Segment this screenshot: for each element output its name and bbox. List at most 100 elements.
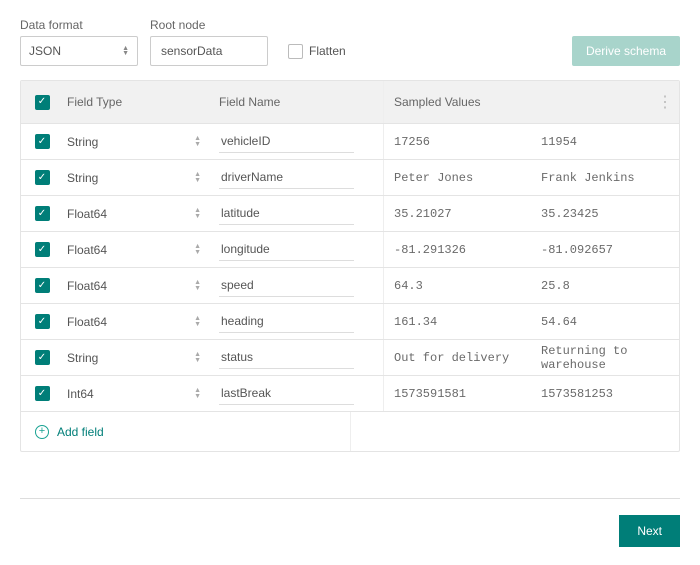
field-name-input[interactable]: latitude — [219, 202, 354, 225]
row-checkbox[interactable]: ✓ — [35, 350, 50, 365]
field-name-input[interactable]: vehicleID — [219, 130, 354, 153]
field-name-cell: longitude — [215, 238, 383, 261]
field-name-cell: status — [215, 346, 383, 369]
row-checkbox[interactable]: ✓ — [35, 170, 50, 185]
sample-value-2: 1573581253 — [531, 387, 651, 401]
field-type-value: Float64 — [67, 243, 107, 257]
schema-table: ✓ Field Type Field Name Sampled Values ⋮… — [20, 80, 680, 452]
row-checkbox[interactable]: ✓ — [35, 278, 50, 293]
field-type-select[interactable]: String — [63, 135, 215, 149]
field-type-value: String — [67, 351, 98, 365]
field-type-select[interactable]: Float64 — [63, 243, 215, 257]
root-node-group: Root node — [150, 18, 268, 66]
field-name-input[interactable]: speed — [219, 274, 354, 297]
table-row: ✓ Float64 heading 161.3454.64 — [21, 303, 679, 339]
select-all-checkbox[interactable]: ✓ — [35, 95, 50, 110]
updown-caret-icon — [194, 207, 201, 220]
add-field-right-empty — [350, 412, 679, 451]
updown-caret-icon — [194, 351, 201, 364]
field-type-select[interactable]: Float64 — [63, 207, 215, 221]
table-row: ✓ String vehicleID 1725611954 — [21, 123, 679, 159]
sample-value-1: 17256 — [383, 124, 531, 159]
field-type-select[interactable]: Float64 — [63, 279, 215, 293]
header-checkbox-cell: ✓ — [21, 95, 63, 110]
field-name-cell: lastBreak — [215, 382, 383, 405]
field-name-input[interactable]: lastBreak — [219, 382, 354, 405]
sample-value-2: Returning to warehouse — [531, 344, 651, 372]
data-format-group: Data format JSON — [20, 18, 138, 66]
derive-schema-button[interactable]: Derive schema — [572, 36, 680, 66]
field-type-select[interactable]: Int64 — [63, 387, 215, 401]
row-checkbox-cell: ✓ — [21, 386, 63, 401]
row-checkbox-cell: ✓ — [21, 350, 63, 365]
row-checkbox[interactable]: ✓ — [35, 206, 50, 221]
root-node-label: Root node — [150, 18, 268, 32]
sample-value-2: 11954 — [531, 135, 651, 149]
field-name-cell: heading — [215, 310, 383, 333]
updown-caret-icon — [194, 243, 201, 256]
row-checkbox[interactable]: ✓ — [35, 386, 50, 401]
flatten-group: Flatten — [288, 36, 346, 66]
updown-caret-icon — [194, 135, 201, 148]
row-checkbox-cell: ✓ — [21, 278, 63, 293]
row-checkbox[interactable]: ✓ — [35, 242, 50, 257]
sample-value-2: Frank Jenkins — [531, 171, 651, 185]
updown-caret-icon — [194, 315, 201, 328]
field-type-value: Float64 — [67, 315, 107, 329]
row-checkbox[interactable]: ✓ — [35, 314, 50, 329]
updown-caret-icon — [194, 171, 201, 184]
add-field-button[interactable]: + Add field — [21, 412, 350, 451]
field-type-value: Float64 — [67, 279, 107, 293]
table-header: ✓ Field Type Field Name Sampled Values ⋮ — [21, 81, 679, 123]
row-checkbox[interactable]: ✓ — [35, 134, 50, 149]
header-field-name: Field Name — [215, 95, 383, 109]
table-row: ✓ String driverName Peter JonesFrank Jenkin… — [21, 159, 679, 195]
data-format-select[interactable]: JSON — [20, 36, 138, 66]
row-checkbox-cell: ✓ — [21, 170, 63, 185]
field-type-select[interactable]: String — [63, 351, 215, 365]
footer: Next — [20, 498, 680, 547]
flatten-checkbox[interactable] — [288, 44, 303, 59]
sample-value-2: 54.64 — [531, 315, 651, 329]
sample-value-2: 25.8 — [531, 279, 651, 293]
sample-value-1: 64.3 — [383, 268, 531, 303]
field-name-input[interactable]: status — [219, 346, 354, 369]
field-type-value: String — [67, 135, 98, 149]
field-name-input[interactable]: longitude — [219, 238, 354, 261]
select-caret-icon — [122, 45, 129, 57]
add-field-label: Add field — [57, 425, 104, 439]
add-field-row: + Add field — [21, 411, 679, 451]
field-type-select[interactable]: String — [63, 171, 215, 185]
header-sampled-values: Sampled Values — [383, 81, 531, 123]
header-menu-icon[interactable]: ⋮ — [651, 92, 679, 112]
plus-circle-icon: + — [35, 425, 49, 439]
top-controls: Data format JSON Root node Flatten Deriv… — [20, 18, 680, 66]
sample-value-1: 161.34 — [383, 304, 531, 339]
field-name-cell: speed — [215, 274, 383, 297]
table-row: ✓ Int64 lastBreak 15735915811573581253 — [21, 375, 679, 411]
sample-value-1: Peter Jones — [383, 160, 531, 195]
table-row: ✓Float64longitude-81.291326-81.092657 — [21, 231, 679, 267]
sample-value-1: Out for delivery — [383, 340, 531, 375]
field-type-value: Int64 — [67, 387, 94, 401]
updown-caret-icon — [194, 279, 201, 292]
row-checkbox-cell: ✓ — [21, 134, 63, 149]
updown-caret-icon — [194, 387, 201, 400]
table-row: ✓Float64latitude35.2102735.23425 — [21, 195, 679, 231]
next-button[interactable]: Next — [619, 515, 680, 547]
sample-value-1: 1573591581 — [383, 376, 531, 411]
header-field-type: Field Type — [63, 95, 215, 109]
root-node-input-wrap[interactable] — [150, 36, 268, 66]
field-name-input[interactable]: heading — [219, 310, 354, 333]
field-type-value: String — [67, 171, 98, 185]
field-name-cell: driverName — [215, 166, 383, 189]
data-format-value: JSON — [29, 44, 61, 58]
field-name-cell: latitude — [215, 202, 383, 225]
table-row: ✓ Float64 speed 64.325.8 — [21, 267, 679, 303]
row-checkbox-cell: ✓ — [21, 314, 63, 329]
flatten-label: Flatten — [309, 44, 346, 58]
sample-value-2: 35.23425 — [531, 207, 651, 221]
root-node-input[interactable] — [159, 43, 259, 59]
field-type-select[interactable]: Float64 — [63, 315, 215, 329]
field-name-input[interactable]: driverName — [219, 166, 354, 189]
